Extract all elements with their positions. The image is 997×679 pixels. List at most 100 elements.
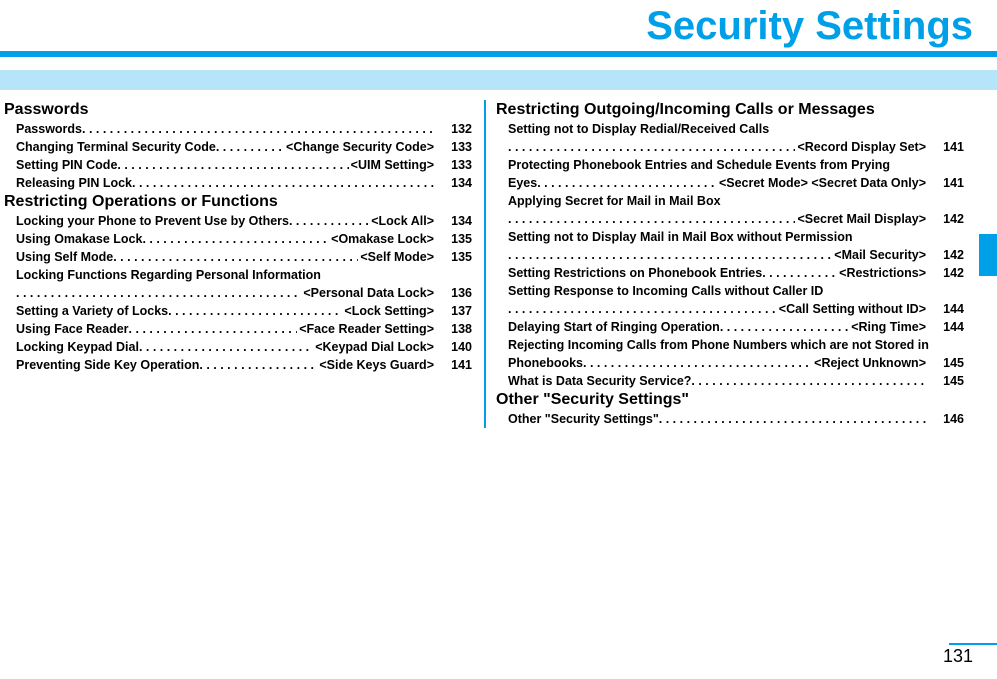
toc-label: Locking Keypad Dial — [16, 338, 139, 356]
toc-label: Using Omakase Lock — [16, 230, 142, 248]
toc-leader — [216, 138, 284, 156]
toc-menu: <Face Reader Setting> — [297, 320, 434, 338]
toc-entry-label: Setting Response to Incoming Calls witho… — [496, 282, 964, 300]
toc-menu: <Lock All> — [369, 212, 434, 230]
toc-page: 142 — [926, 264, 964, 282]
toc-menu: <Self Mode> — [358, 248, 434, 266]
toc-leader — [139, 338, 313, 356]
toc-entry-label: Setting not to Display Mail in Mail Box … — [496, 228, 964, 246]
toc-page: 137 — [434, 302, 472, 320]
toc-entry: <Personal Data Lock>136 — [4, 284, 472, 302]
toc-label-tail: Phonebooks — [508, 354, 583, 372]
toc-menu: <Change Security Code> — [284, 138, 434, 156]
toc-entry: <Call Setting without ID>144 — [496, 300, 964, 318]
toc-leader — [508, 138, 795, 156]
toc-entry: Other "Security Settings"146 — [496, 410, 964, 428]
section-heading: Restricting Outgoing/Incoming Calls or M… — [496, 100, 964, 120]
toc-entry: Passwords132 — [4, 120, 472, 138]
toc-entry-label: Protecting Phonebook Entries and Schedul… — [496, 156, 964, 174]
toc-leader — [762, 264, 837, 282]
toc-menu: <Ring Time> — [849, 318, 926, 336]
toc-entry: What is Data Security Service? 145 — [496, 372, 964, 390]
toc-entry-label: Applying Secret for Mail in Mail Box — [496, 192, 964, 210]
toc-menu: <Mail Security> — [832, 246, 926, 264]
toc-page: 136 — [434, 284, 472, 302]
toc-label: What is Data Security Service? — [508, 372, 691, 390]
toc-page: 133 — [434, 138, 472, 156]
side-tab — [979, 234, 997, 276]
toc-content: PasswordsPasswords132Changing Terminal S… — [0, 100, 997, 428]
toc-leader — [508, 300, 777, 318]
toc-label: Releasing PIN Lock — [16, 174, 132, 192]
toc-entry: Delaying Start of Ringing Operation <Ring… — [496, 318, 964, 336]
toc-menu: <Call Setting without ID> — [777, 300, 926, 318]
toc-page: 141 — [434, 356, 472, 374]
toc-entry: <Secret Mail Display>142 — [496, 210, 964, 228]
section-heading: Other "Security Settings" — [496, 390, 964, 410]
toc-entry: Preventing Side Key Operation<Side Keys … — [4, 356, 472, 374]
toc-right-column: Restricting Outgoing/Incoming Calls or M… — [484, 100, 964, 428]
toc-leader — [508, 210, 795, 228]
toc-leader — [142, 230, 329, 248]
toc-leader — [199, 356, 317, 374]
toc-label: Setting Restrictions on Phonebook Entrie… — [508, 264, 762, 282]
toc-page: 134 — [434, 174, 472, 192]
toc-entry-label: Setting not to Display Redial/Received C… — [496, 120, 964, 138]
toc-menu: <Reject Unknown> — [812, 354, 926, 372]
section-heading: Passwords — [4, 100, 472, 120]
toc-entry: Changing Terminal Security Code <Change S… — [4, 138, 472, 156]
toc-label: Passwords — [16, 120, 82, 138]
toc-page: 144 — [926, 318, 964, 336]
toc-menu: <Secret Mode> <Secret Data Only> — [717, 174, 926, 192]
page-title: Security Settings — [0, 4, 997, 49]
toc-menu: <Record Display Set> — [795, 138, 926, 156]
toc-entry: Using Face Reader<Face Reader Setting>13… — [4, 320, 472, 338]
toc-entry: Using Omakase Lock <Omakase Lock>135 — [4, 230, 472, 248]
toc-entry: Releasing PIN Lock 134 — [4, 174, 472, 192]
toc-menu: <Personal Data Lock> — [301, 284, 434, 302]
toc-menu: <Omakase Lock> — [329, 230, 434, 248]
toc-menu: <Restrictions> — [837, 264, 926, 282]
toc-entry: <Record Display Set>141 — [496, 138, 964, 156]
toc-menu: <Secret Mail Display> — [795, 210, 926, 228]
toc-entry: Locking Keypad Dial <Keypad Dial Lock>140 — [4, 338, 472, 356]
toc-page: 138 — [434, 320, 472, 338]
toc-entry: <Mail Security>142 — [496, 246, 964, 264]
toc-leader — [117, 156, 348, 174]
toc-leader — [82, 120, 434, 138]
toc-label: Setting PIN Code — [16, 156, 117, 174]
title-bar: Security Settings — [0, 4, 997, 52]
toc-entry: Setting PIN Code<UIM Setting>133 — [4, 156, 472, 174]
toc-label: Setting a Variety of Locks — [16, 302, 168, 320]
toc-leader — [583, 354, 812, 372]
toc-entry-label: Rejecting Incoming Calls from Phone Numb… — [496, 336, 964, 354]
toc-page: 140 — [434, 338, 472, 356]
toc-page: 144 — [926, 300, 964, 318]
toc-menu: <Keypad Dial Lock> — [313, 338, 434, 356]
toc-page: 145 — [926, 372, 964, 390]
title-underline — [0, 51, 997, 57]
toc-leader — [508, 246, 832, 264]
toc-entry: Eyes<Secret Mode> <Secret Data Only>141 — [496, 174, 964, 192]
toc-page: 146 — [926, 410, 964, 428]
toc-page: 145 — [926, 354, 964, 372]
toc-leader — [289, 212, 369, 230]
page-number-rule — [949, 643, 997, 645]
toc-label: Delaying Start of Ringing Operation — [508, 318, 720, 336]
toc-leader — [537, 174, 717, 192]
toc-label: Changing Terminal Security Code — [16, 138, 216, 156]
toc-entry: Using Self Mode <Self Mode>135 — [4, 248, 472, 266]
toc-page: 135 — [434, 248, 472, 266]
toc-entry: Setting a Variety of Locks<Lock Setting>… — [4, 302, 472, 320]
toc-leader — [129, 320, 298, 338]
toc-leader — [691, 372, 926, 390]
toc-leader — [659, 410, 926, 428]
toc-page: 141 — [926, 138, 964, 156]
toc-label: Using Self Mode — [16, 248, 113, 266]
toc-page: 135 — [434, 230, 472, 248]
toc-menu: <Side Keys Guard> — [317, 356, 434, 374]
section-heading: Restricting Operations or Functions — [4, 192, 472, 212]
toc-entry: Phonebooks <Reject Unknown>145 — [496, 354, 964, 372]
page-number: 131 — [943, 646, 973, 667]
toc-leader — [113, 248, 358, 266]
